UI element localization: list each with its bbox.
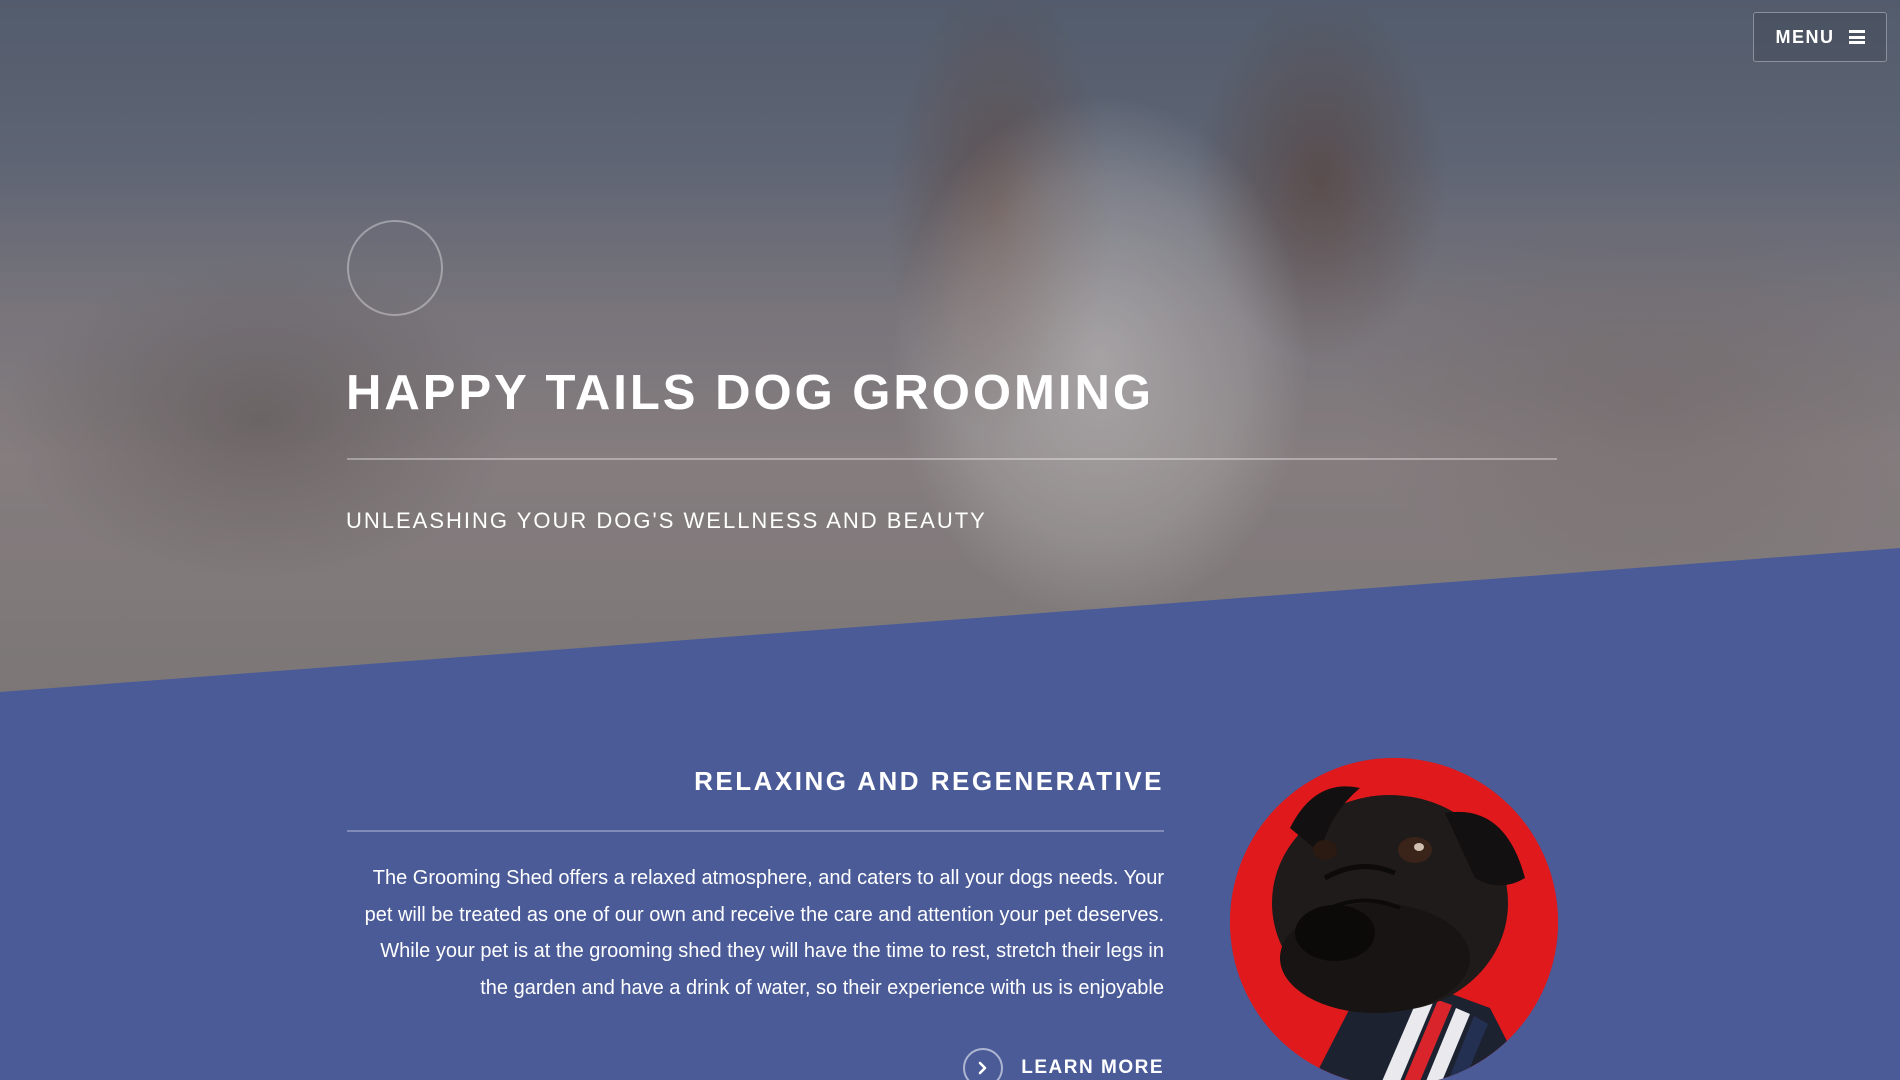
- about-divider: [347, 830, 1164, 832]
- about-text: The Grooming Shed offers a relaxed atmos…: [364, 867, 1164, 999]
- about-heading: RELAXING AND REGENERATIVE: [694, 766, 1164, 796]
- pug-photo: [1230, 758, 1558, 1080]
- page: MENU HAPPY TAILS DOG GROOMING UNLEASHING…: [0, 0, 1900, 1080]
- logo-circle: [347, 220, 443, 316]
- menu-button[interactable]: MENU: [1753, 12, 1887, 62]
- chevron-right-icon: [963, 1048, 1004, 1080]
- learn-more-label: LEARN MORE: [1021, 1057, 1164, 1078]
- menu-label: MENU: [1775, 26, 1835, 47]
- hero-subtitle: UNLEASHING YOUR DOG'S WELLNESS AND BEAUT…: [346, 508, 987, 533]
- hamburger-icon: [1848, 30, 1865, 44]
- learn-more-button[interactable]: LEARN MORE: [963, 1048, 1164, 1080]
- hero-divider: [347, 458, 1557, 460]
- hero-title: HAPPY TAILS DOG GROOMING: [346, 366, 1154, 420]
